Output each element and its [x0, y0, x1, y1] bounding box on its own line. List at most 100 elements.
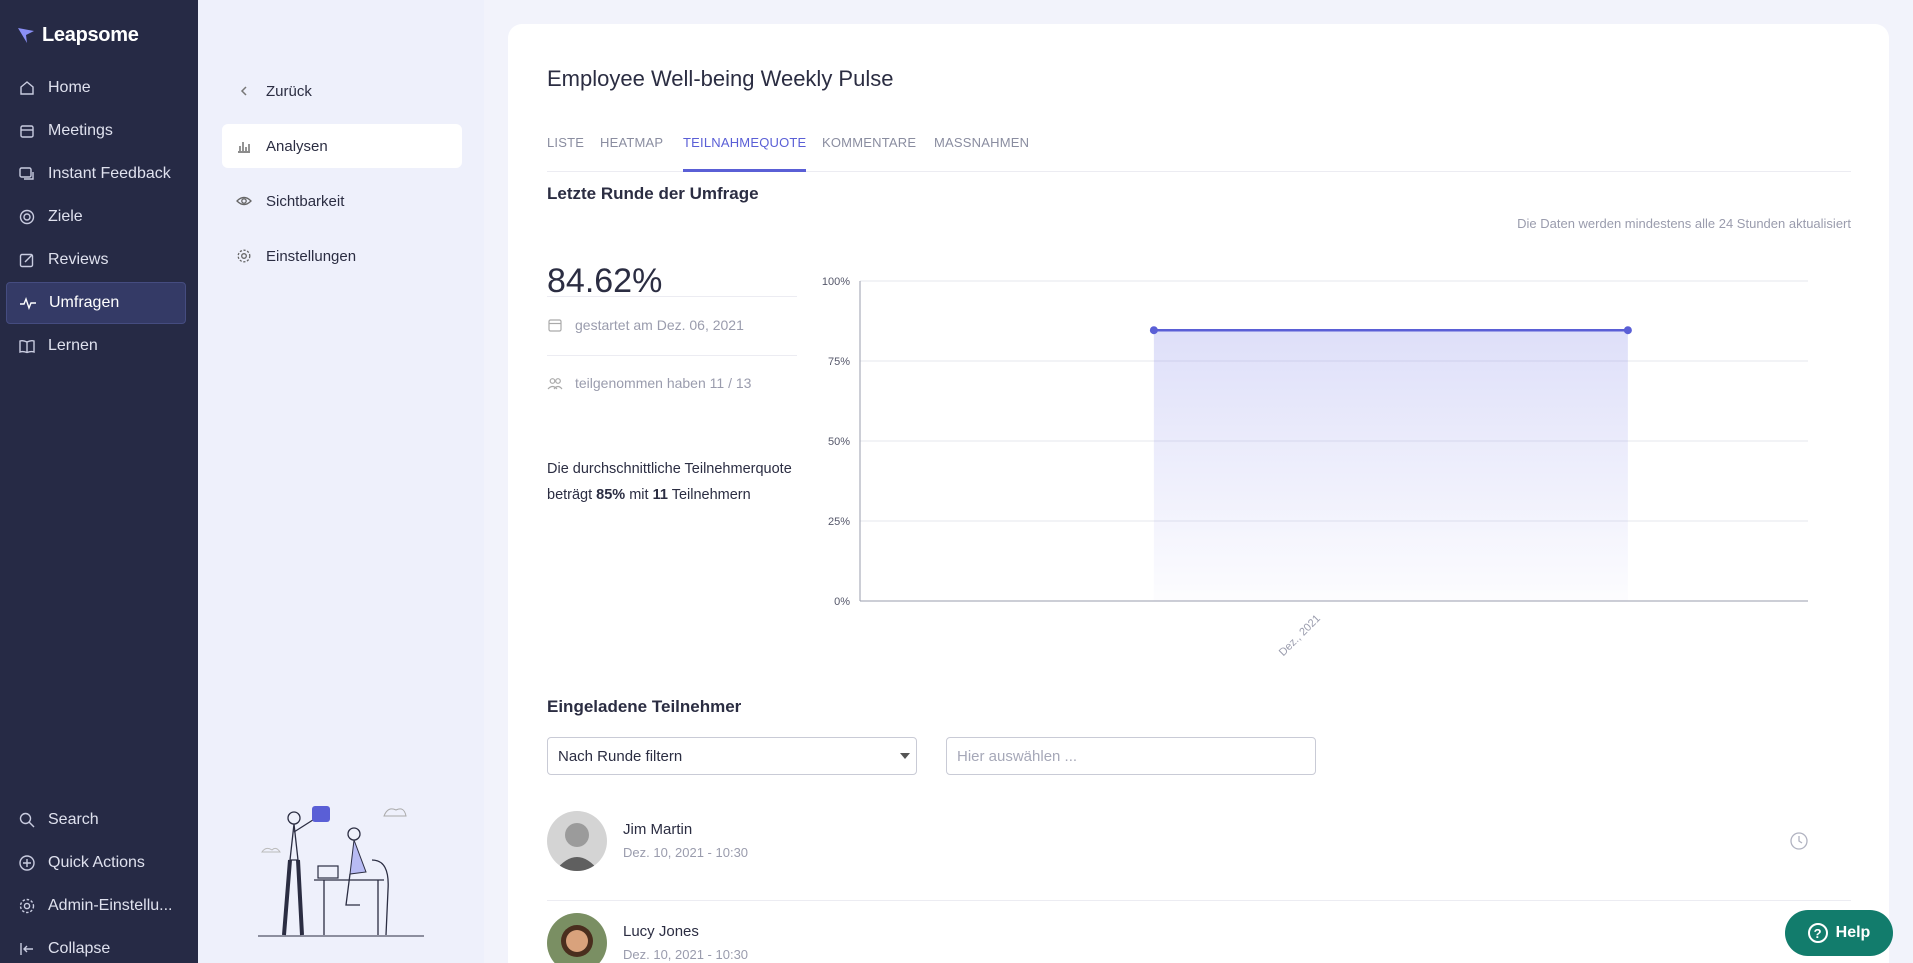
- chart-y-tick-label: 25%: [828, 516, 850, 528]
- stat-participated: teilgenommen haben 11 / 13: [547, 375, 751, 391]
- participant-name: Lucy Jones: [623, 923, 699, 940]
- search-icon: [19, 812, 35, 828]
- gear-icon: [237, 249, 251, 263]
- avatar: [547, 913, 607, 963]
- survey-subnav: Zurück Analysen Sichtbarkeit Einstellung…: [198, 0, 484, 963]
- nav-item-label: Instant Feedback: [48, 165, 171, 182]
- eye-icon: [236, 196, 252, 206]
- chart-y-tick-label: 100%: [822, 276, 850, 288]
- started-text: gestartet am Dez. 06, 2021: [575, 317, 744, 333]
- avg-suffix: Teilnehmern: [667, 487, 751, 503]
- question-icon: ?: [1807, 923, 1828, 943]
- participant-name: Jim Martin: [623, 821, 693, 838]
- users-icon: [547, 378, 563, 390]
- main-content-card: Employee Well-being Weekly Pulse LISTE H…: [508, 24, 1889, 963]
- nav-item-admin-settings[interactable]: Admin-Einstellu...: [6, 885, 186, 927]
- round-filter-select[interactable]: Nach Runde filtern: [547, 737, 917, 775]
- collaboration-illustration: [258, 806, 424, 937]
- participant-row[interactable]: Jim Martin Dez. 10, 2021 - 10:30: [547, 811, 1851, 901]
- chevron-down-icon: [900, 753, 910, 759]
- subnav-item-einstellungen[interactable]: Einstellungen: [222, 234, 462, 278]
- divider: [547, 296, 797, 297]
- nav-item-lernen[interactable]: Lernen: [6, 325, 186, 367]
- chart-point-start: [1149, 326, 1158, 335]
- nav-item-quick-actions[interactable]: Quick Actions: [6, 842, 186, 884]
- nav-item-collapse[interactable]: Collapse: [6, 928, 186, 963]
- nav-item-label: Ziele: [48, 208, 83, 225]
- average-participation-text: Die durchschnittliche Teilnehmerquote be…: [547, 456, 797, 508]
- subnav-item-analysen[interactable]: Analysen: [222, 124, 462, 168]
- chart-area-fill: [1153, 330, 1628, 601]
- participated-text: teilgenommen haben 11 / 13: [575, 375, 752, 391]
- tab-heatmap[interactable]: HEATMAP: [600, 110, 663, 172]
- nav-item-label: Meetings: [48, 122, 113, 139]
- nav-item-label: Home: [48, 79, 91, 96]
- gear-icon: [19, 898, 35, 914]
- nav-item-reviews[interactable]: Reviews: [6, 239, 186, 281]
- chart-x-tick-label: Dez., 2021: [1277, 613, 1323, 659]
- chart-y-tick-label: 75%: [828, 356, 850, 368]
- edit-icon: [19, 253, 34, 268]
- clock-icon: [1790, 832, 1808, 850]
- subnav-item-sichtbarkeit[interactable]: Sichtbarkeit: [222, 179, 462, 223]
- tab-massnahmen[interactable]: MASSNAHMEN: [934, 110, 1029, 172]
- book-icon: [19, 339, 35, 354]
- subnav-item-label: Analysen: [266, 137, 328, 155]
- chat-icon: [19, 167, 34, 180]
- nav-item-meetings[interactable]: Meetings: [6, 110, 186, 152]
- tab-bar: LISTE HEATMAP TEILNAHMEQUOTE KOMMENTARE …: [547, 110, 1851, 172]
- nav-item-label: Quick Actions: [48, 854, 145, 871]
- calendar-icon: [20, 125, 34, 138]
- divider: [547, 355, 797, 356]
- nav-item-home[interactable]: Home: [6, 67, 186, 109]
- section-title-invited: Eingeladene Teilnehmer: [547, 697, 742, 716]
- participant-search-input[interactable]: [946, 737, 1316, 775]
- avatar: [547, 811, 607, 871]
- help-label: Help: [1835, 924, 1871, 941]
- back-link[interactable]: Zurück: [222, 69, 462, 113]
- bar-chart-icon: [238, 142, 250, 153]
- nav-item-ziele[interactable]: Ziele: [6, 196, 186, 238]
- nav-item-instant-feedback[interactable]: Instant Feedback: [6, 153, 186, 195]
- collapse-icon: [20, 943, 33, 955]
- nav-item-search[interactable]: Search: [6, 799, 186, 841]
- pulse-icon: [20, 296, 36, 311]
- tab-kommentare[interactable]: KOMMENTARE: [822, 110, 916, 172]
- chart-point-end: [1623, 326, 1632, 335]
- section-title-last-round: Letzte Runde der Umfrage: [547, 184, 759, 203]
- help-button[interactable]: ? Help: [1785, 910, 1893, 956]
- target-icon: [19, 209, 35, 225]
- subnav-item-label: Einstellungen: [266, 247, 357, 265]
- chart-y-tick-label: 0%: [834, 596, 850, 608]
- nav-item-label: Reviews: [48, 251, 109, 268]
- leapsome-logo[interactable]: Leapsome: [16, 24, 139, 47]
- nav-item-label: Lernen: [48, 337, 98, 354]
- participation-chart: 0% 25% 50% 75% 100% Dez., 2021: [822, 276, 1808, 659]
- nav-item-umfragen[interactable]: Umfragen: [6, 282, 186, 324]
- tab-teilnahmequote[interactable]: TEILNAHMEQUOTE: [683, 110, 807, 172]
- leapsome-logo-icon: [18, 27, 34, 43]
- round-filter-value: Nach Runde filtern: [558, 747, 683, 765]
- chevron-left-icon: [240, 86, 247, 96]
- nav-item-label: Collapse: [48, 940, 111, 957]
- avg-mid: mit: [625, 487, 653, 503]
- chart-y-tick-label: 50%: [828, 436, 850, 448]
- back-label: Zurück: [266, 82, 312, 100]
- subnav-item-label: Sichtbarkeit: [266, 192, 345, 210]
- home-icon: [20, 81, 34, 95]
- nav-item-label: Search: [48, 811, 99, 828]
- plus-circle-icon: [19, 855, 35, 871]
- avg-percentage: 85%: [596, 487, 626, 503]
- app-name: Leapsome: [42, 24, 139, 46]
- nav-item-label: Admin-Einstellu...: [48, 897, 173, 914]
- update-note: Die Daten werden mindestens alle 24 Stun…: [1517, 216, 1851, 231]
- nav-item-label: Umfragen: [49, 294, 120, 311]
- stat-started: gestartet am Dez. 06, 2021: [547, 317, 744, 333]
- tab-liste[interactable]: LISTE: [547, 110, 584, 172]
- page-title: Employee Well-being Weekly Pulse: [547, 66, 894, 91]
- participant-date: Dez. 10, 2021 - 10:30: [623, 845, 749, 860]
- avg-count: 11: [652, 487, 668, 503]
- participant-date: Dez. 10, 2021 - 10:30: [623, 947, 749, 962]
- calendar-icon: [548, 319, 562, 332]
- participant-row[interactable]: Lucy Jones Dez. 10, 2021 - 10:30: [547, 913, 1851, 963]
